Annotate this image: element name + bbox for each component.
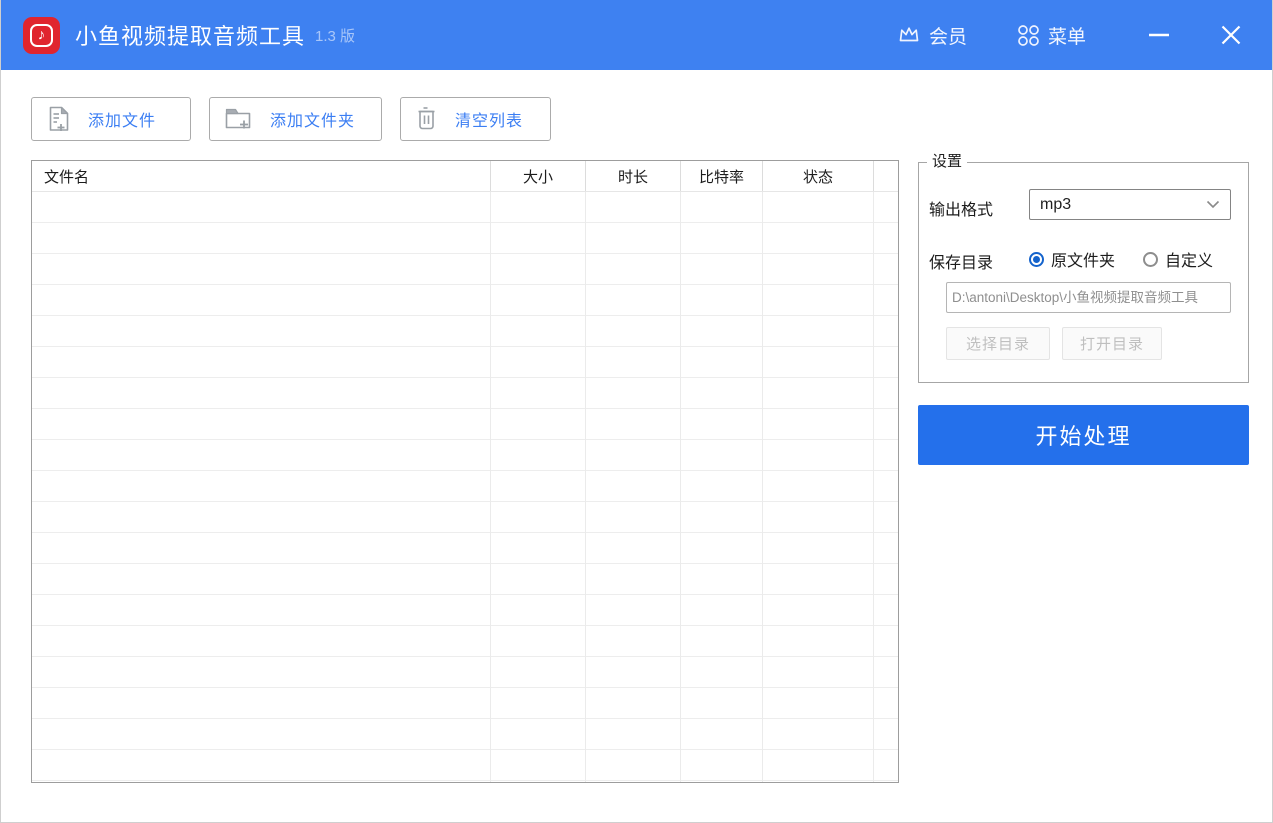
radio-custom-folder[interactable]: 自定义 [1143, 247, 1213, 271]
add-folder-label: 添加文件夹 [270, 107, 355, 131]
column-divider [873, 192, 874, 782]
radio-custom-folder-label: 自定义 [1165, 247, 1213, 271]
titlebar: ♪ 小鱼视频提取音频工具 1.3 版 会员 菜单 [1, 0, 1272, 70]
app-title: 小鱼视频提取音频工具 [75, 19, 305, 51]
add-files-button[interactable]: 添加文件 [31, 97, 191, 141]
start-processing-button[interactable]: 开始处理 [918, 405, 1249, 465]
column-divider [680, 192, 681, 782]
trash-icon [415, 105, 439, 133]
radio-checked-icon [1029, 252, 1044, 267]
column-divider [762, 192, 763, 782]
column-header-status[interactable]: 状态 [763, 161, 874, 191]
member-button[interactable]: 会员 [897, 22, 967, 49]
menu-label: 菜单 [1048, 22, 1086, 49]
radio-unchecked-icon [1143, 252, 1158, 267]
menu-grid-icon [1017, 24, 1040, 47]
add-folder-icon [224, 105, 254, 133]
column-header-filename[interactable]: 文件名 [32, 161, 491, 191]
add-folder-button[interactable]: 添加文件夹 [209, 97, 382, 141]
clear-list-label: 清空列表 [455, 107, 523, 131]
close-icon [1220, 24, 1242, 46]
radio-original-folder-label: 原文件夹 [1051, 247, 1115, 271]
save-path-input[interactable]: D:\antoni\Desktop\小鱼视频提取音频工具 [946, 282, 1231, 313]
file-list-table: 文件名 大小 时长 比特率 状态 [31, 160, 899, 783]
music-note-icon: ♪ [30, 24, 53, 47]
add-file-icon [46, 105, 72, 133]
toolbar: 添加文件 添加文件夹 [31, 97, 551, 141]
column-divider [490, 192, 491, 782]
member-label: 会员 [929, 22, 967, 49]
minimize-icon [1148, 32, 1170, 38]
column-header-bitrate[interactable]: 比特率 [681, 161, 763, 191]
app-logo-icon: ♪ [23, 17, 60, 54]
column-header-extra [874, 161, 898, 191]
column-divider [585, 192, 586, 782]
output-format-label: 输出格式 [929, 196, 993, 220]
app-version: 1.3 版 [315, 25, 355, 46]
file-table-header: 文件名 大小 时长 比特率 状态 [32, 161, 898, 192]
choose-directory-button[interactable]: 选择目录 [946, 327, 1050, 360]
output-format-value: mp3 [1040, 196, 1206, 214]
app-window: ♪ 小鱼视频提取音频工具 1.3 版 会员 菜单 [0, 0, 1273, 823]
column-header-size[interactable]: 大小 [491, 161, 586, 191]
menu-button[interactable]: 菜单 [1017, 22, 1086, 49]
save-dir-radio-group: 原文件夹 自定义 [1029, 247, 1213, 271]
settings-groupbox: 设置 输出格式 mp3 保存目录 原文件夹 自定义 D:\antoni\Desk… [918, 162, 1249, 383]
close-button[interactable] [1214, 18, 1248, 52]
add-files-label: 添加文件 [88, 107, 156, 131]
save-dir-label: 保存目录 [929, 249, 993, 273]
crown-icon [897, 24, 921, 46]
column-header-duration[interactable]: 时长 [586, 161, 681, 191]
clear-list-button[interactable]: 清空列表 [400, 97, 551, 141]
file-table-body [32, 192, 898, 782]
settings-group-title: 设置 [927, 152, 967, 172]
output-format-select[interactable]: mp3 [1029, 189, 1231, 220]
radio-original-folder[interactable]: 原文件夹 [1029, 247, 1115, 271]
open-directory-button[interactable]: 打开目录 [1062, 327, 1162, 360]
chevron-down-icon [1206, 200, 1220, 209]
minimize-button[interactable] [1142, 18, 1176, 52]
